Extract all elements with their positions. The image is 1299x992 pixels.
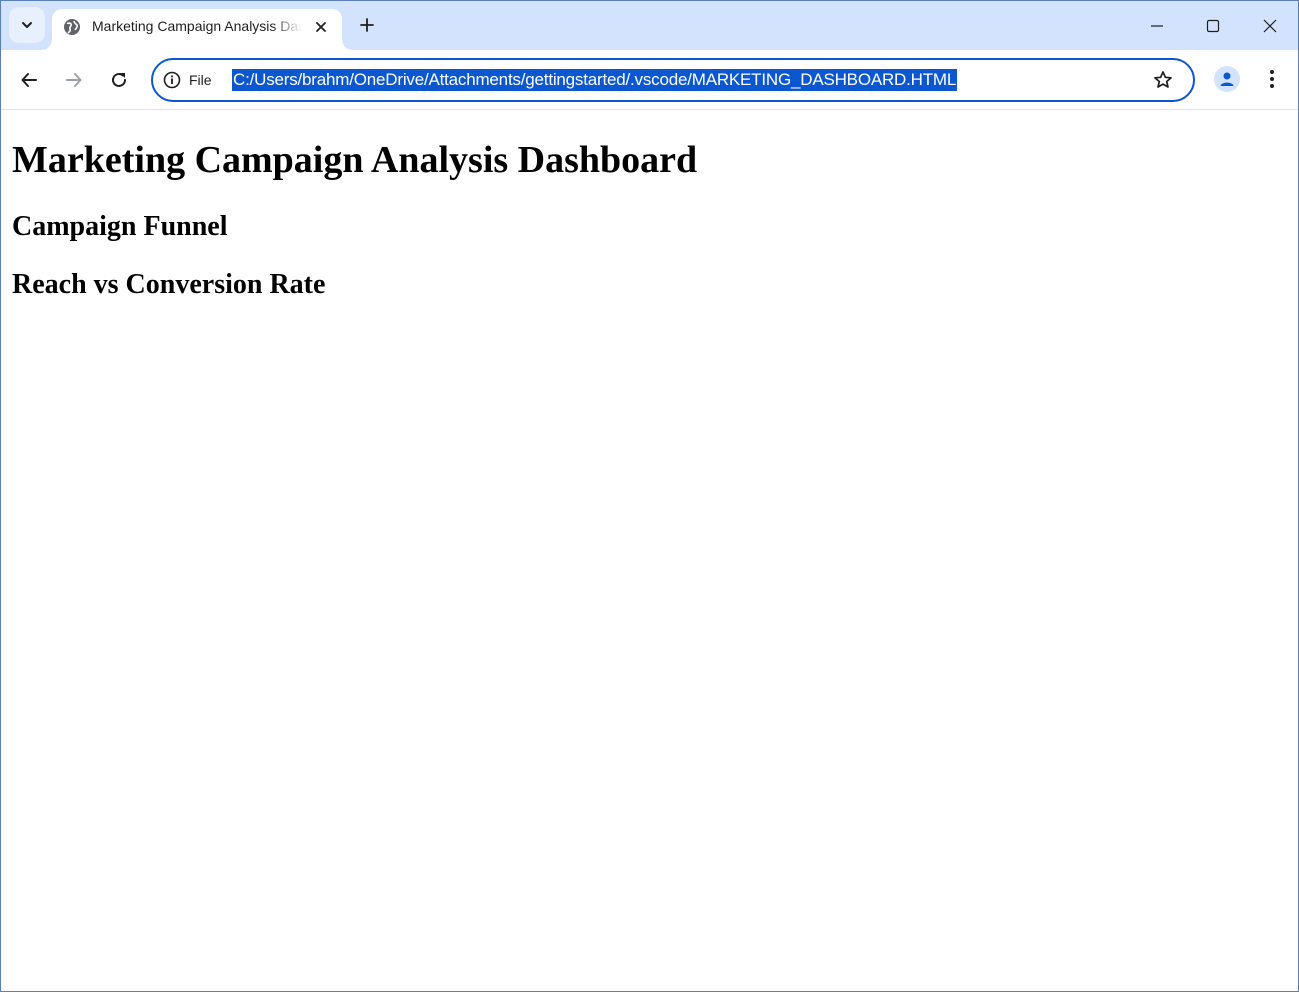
tab-title: Marketing Campaign Analysis Dashboard	[92, 18, 302, 34]
close-icon	[1263, 19, 1277, 33]
page-content: Marketing Campaign Analysis Dashboard Ca…	[1, 110, 1298, 991]
tab-close-button[interactable]	[311, 17, 331, 37]
site-info-button[interactable]: File	[163, 69, 212, 91]
minimize-button[interactable]	[1137, 7, 1177, 45]
reload-button[interactable]	[102, 63, 136, 97]
chevron-down-icon	[22, 22, 32, 28]
section-title-reach-vs-conversion: Reach vs Conversion Rate	[12, 269, 326, 300]
address-bar[interactable]: File C:/Users/brahm/OneDrive/Attachments…	[151, 58, 1195, 102]
avatar-icon	[1220, 72, 1234, 86]
bookmark-button[interactable]	[1151, 68, 1175, 92]
browser-toolbar: File C:/Users/brahm/OneDrive/Attachments…	[1, 50, 1298, 110]
new-tab-button[interactable]	[353, 11, 381, 39]
tab-search-button[interactable]	[9, 7, 45, 43]
more-vertical-icon	[1270, 70, 1274, 88]
page-title: Marketing Campaign Analysis Dashboard	[12, 139, 698, 181]
site-info-label: File	[189, 72, 212, 88]
arrow-right-icon	[66, 73, 82, 87]
maximize-icon	[1206, 19, 1220, 33]
section-title-campaign-funnel: Campaign Funnel	[12, 211, 228, 242]
url-field[interactable]: C:/Users/brahm/OneDrive/Attachments/gett…	[232, 69, 958, 91]
active-tab[interactable]: Marketing Campaign Analysis Dashboard	[42, 9, 352, 50]
reload-icon	[112, 72, 126, 87]
minimize-icon	[1151, 25, 1163, 27]
info-icon	[163, 71, 181, 89]
close-icon	[316, 22, 326, 32]
menu-button[interactable]	[1260, 66, 1284, 92]
globe-icon	[64, 19, 80, 35]
star-icon	[1154, 71, 1172, 88]
profile-button[interactable]	[1214, 66, 1240, 92]
forward-button[interactable]	[57, 63, 91, 97]
browser-window: Marketing Campaign Analysis Dashboard	[0, 0, 1299, 992]
tab-strip: Marketing Campaign Analysis Dashboard	[1, 1, 1298, 50]
window-close-button[interactable]	[1250, 7, 1290, 45]
maximize-button[interactable]	[1193, 7, 1233, 45]
plus-icon	[360, 18, 374, 32]
arrow-left-icon	[21, 73, 37, 87]
back-button[interactable]	[12, 63, 46, 97]
